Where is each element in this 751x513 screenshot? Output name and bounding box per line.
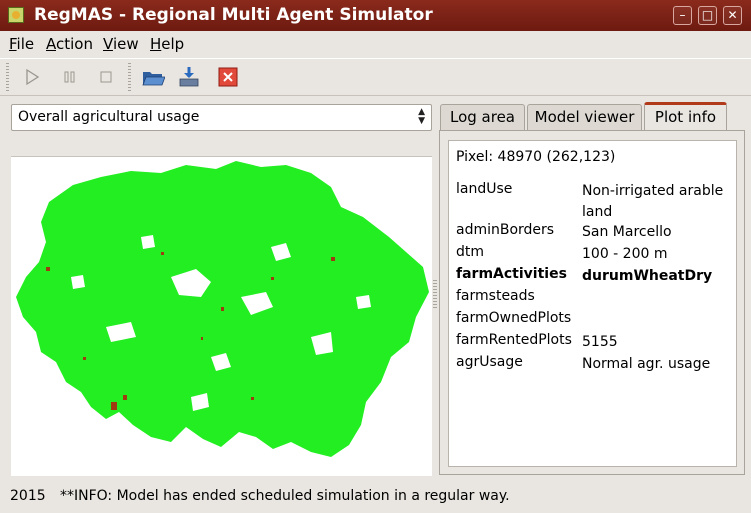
tab-log-area-label: Log area [449, 108, 515, 126]
title-bar[interactable]: RegMAS - Regional Multi Agent Simulator … [0, 0, 751, 31]
tab-model-viewer-label: Model viewer [534, 108, 635, 126]
info-key: farmActivities [456, 266, 567, 282]
plot-info-box[interactable]: Pixel: 48970 (262,123) landUse Non-irrig… [448, 140, 737, 467]
info-key: landUse [456, 181, 513, 197]
toolbar-grip[interactable] [6, 63, 9, 91]
info-value: San Marcello [582, 224, 672, 240]
status-message: **INFO: Model has ended scheduled simula… [60, 488, 510, 504]
chevron-up-down-icon: ▲ ▼ [418, 107, 425, 126]
region-map[interactable] [11, 157, 432, 476]
toolbar-separator [128, 63, 131, 91]
plot-info-panel: Pixel: 48970 (262,123) landUse Non-irrig… [439, 130, 745, 475]
map-view[interactable] [11, 156, 432, 476]
menu-action[interactable]: Action [46, 35, 93, 53]
tab-plot-info[interactable]: Plot info [644, 102, 727, 131]
status-bar: 2015 **INFO: Model has ended scheduled s… [0, 480, 751, 513]
open-folder-icon[interactable] [141, 65, 166, 89]
tab-model-viewer[interactable]: Model viewer [527, 104, 642, 130]
app-icon [8, 7, 24, 23]
close-icon[interactable]: ✕ [723, 6, 742, 25]
pixel-readout: Pixel: 48970 (262,123) [456, 149, 616, 165]
pause-icon[interactable] [58, 65, 82, 89]
info-value: Normal agr. usage [582, 356, 711, 372]
menu-view[interactable]: View [103, 35, 139, 53]
stop-icon[interactable] [94, 65, 118, 89]
info-value: 5155 [582, 334, 618, 350]
minimize-icon[interactable]: – [673, 6, 692, 25]
toolbar [0, 58, 751, 96]
layer-select-value: Overall agricultural usage [18, 109, 200, 125]
info-key: adminBorders [456, 222, 555, 238]
tab-plot-info-label: Plot info [654, 108, 717, 126]
tab-log-area[interactable]: Log area [440, 104, 525, 130]
info-key: farmsteads [456, 288, 535, 304]
info-key: farmRentedPlots [456, 332, 572, 348]
save-icon[interactable] [177, 65, 201, 89]
info-value: Non-irrigated arable land [582, 183, 724, 220]
exit-icon[interactable] [216, 65, 240, 89]
panel-splitter[interactable] [433, 280, 437, 310]
menu-bar: File Action View Help [0, 31, 751, 57]
window-title: RegMAS - Regional Multi Agent Simulator [34, 5, 433, 25]
status-year: 2015 [10, 488, 46, 504]
menu-help[interactable]: Help [150, 35, 184, 53]
info-key: dtm [456, 244, 485, 260]
menu-file[interactable]: File [9, 35, 34, 53]
info-value: 100 - 200 m [582, 246, 668, 262]
layer-select[interactable]: Overall agricultural usage ▲ ▼ [11, 104, 432, 131]
info-key: farmOwnedPlots [456, 310, 572, 326]
info-key: agrUsage [456, 354, 523, 370]
play-icon[interactable] [20, 65, 44, 89]
info-value: durumWheatDry [582, 268, 713, 284]
maximize-icon[interactable]: □ [698, 6, 717, 25]
